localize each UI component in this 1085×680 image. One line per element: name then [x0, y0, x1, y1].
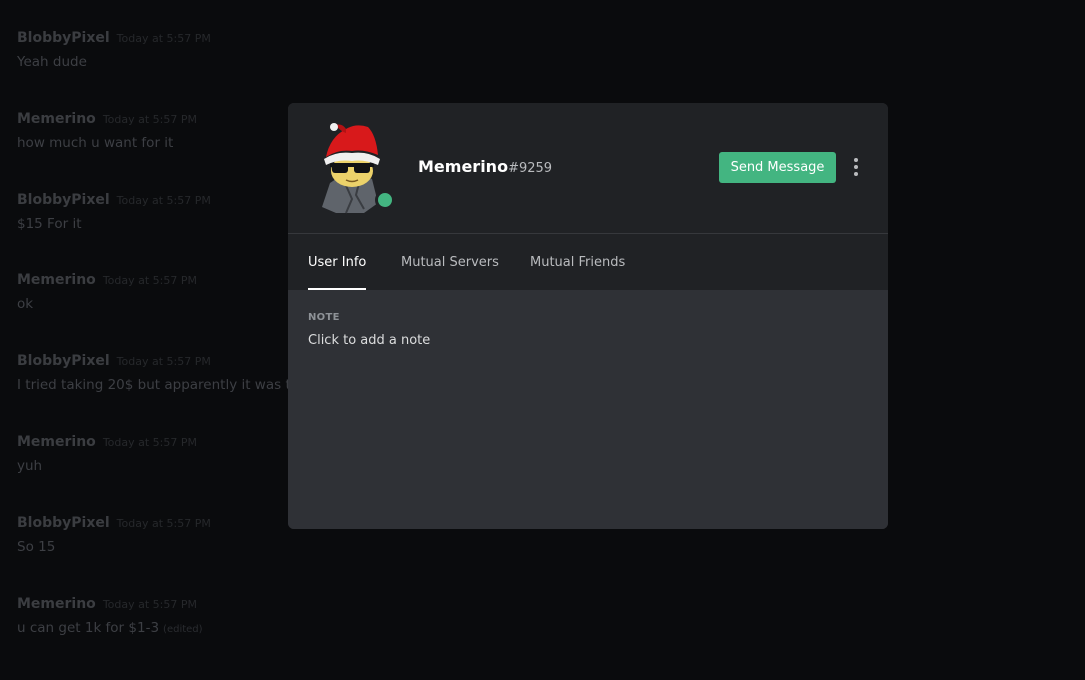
- chat-message: BlobbyPixel Today at 5:57 PM $15 For it: [17, 192, 211, 232]
- message-timestamp: Today at 5:57 PM: [116, 355, 211, 368]
- more-dot: [854, 165, 858, 169]
- message-author[interactable]: Memerino: [17, 111, 96, 127]
- message-timestamp: Today at 5:57 PM: [116, 194, 211, 207]
- chat-message: Memerino Today at 5:57 PM ok: [17, 272, 197, 312]
- message-timestamp: Today at 5:57 PM: [102, 113, 197, 126]
- message-timestamp: Today at 5:57 PM: [102, 436, 197, 449]
- online-status-indicator: [375, 190, 395, 210]
- message-text: ok: [17, 296, 34, 312]
- message-text: yuh: [17, 458, 43, 474]
- more-dot: [854, 172, 858, 176]
- note-input[interactable]: Click to add a note: [308, 333, 430, 348]
- note-heading: NOTE: [308, 312, 340, 323]
- chat-message: BlobbyPixel Today at 5:57 PM I tried tak…: [17, 353, 325, 393]
- message-author[interactable]: Memerino: [17, 434, 96, 450]
- tab-mutual-servers[interactable]: Mutual Servers: [401, 234, 499, 290]
- profile-name-tag: Memerino #9259: [418, 157, 552, 176]
- chat-message: BlobbyPixel Today at 5:57 PM Yeah dude: [17, 30, 211, 70]
- message-author[interactable]: BlobbyPixel: [17, 353, 110, 369]
- tab-label: Mutual Friends: [530, 254, 626, 270]
- message-timestamp: Today at 5:57 PM: [102, 274, 197, 287]
- message-author[interactable]: BlobbyPixel: [17, 30, 110, 46]
- chat-message: Memerino Today at 5:57 PM u can get 1k f…: [17, 596, 203, 636]
- profile-tabs: User Info Mutual Servers Mutual Friends: [288, 233, 888, 290]
- message-timestamp: Today at 5:57 PM: [116, 517, 211, 530]
- message-author[interactable]: BlobbyPixel: [17, 515, 110, 531]
- message-text-content: u can get 1k for $1-3: [17, 620, 160, 636]
- message-text: u can get 1k for $1-3 (edited): [17, 620, 203, 636]
- discriminator: #9259: [508, 161, 553, 176]
- more-dot: [854, 158, 858, 162]
- tab-mutual-friends[interactable]: Mutual Friends: [530, 234, 625, 290]
- message-text: So 15: [17, 539, 56, 555]
- message-text: how much u want for it: [17, 135, 174, 151]
- profile-header: Memerino #9259 Send Message: [288, 103, 888, 233]
- message-author[interactable]: Memerino: [17, 596, 96, 612]
- chat-message: Memerino Today at 5:57 PM yuh: [17, 434, 197, 474]
- message-author[interactable]: Memerino: [17, 272, 96, 288]
- message-timestamp: Today at 5:57 PM: [102, 598, 197, 611]
- username: Memerino: [418, 157, 509, 176]
- more-vertical-icon[interactable]: [848, 158, 864, 178]
- chat-message: BlobbyPixel Today at 5:57 PM So 15: [17, 515, 211, 555]
- edited-marker: (edited): [163, 624, 203, 635]
- message-text: Yeah dude: [17, 54, 87, 70]
- tab-user-info[interactable]: User Info: [308, 234, 367, 290]
- message-author[interactable]: BlobbyPixel: [17, 192, 110, 208]
- user-profile-modal: Memerino #9259 Send Message User Info Mu…: [288, 103, 888, 529]
- message-text: $15 For it: [17, 216, 82, 232]
- avatar[interactable]: [316, 121, 395, 215]
- message-text: I tried taking 20$ but apparently it was…: [17, 377, 325, 393]
- user-info-panel: NOTE Click to add a note: [288, 290, 888, 529]
- send-message-button[interactable]: Send Message: [719, 152, 836, 183]
- chat-message: Memerino Today at 5:57 PM how much u wan…: [17, 111, 197, 151]
- tab-label: Mutual Servers: [401, 254, 499, 270]
- message-timestamp: Today at 5:57 PM: [116, 32, 211, 45]
- tab-label: User Info: [308, 254, 367, 270]
